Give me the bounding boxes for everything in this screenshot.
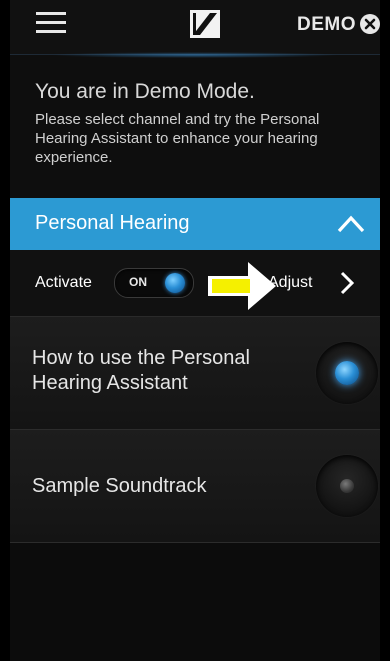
demo-label[interactable]: DEMO bbox=[297, 14, 356, 36]
activate-label: Activate bbox=[35, 274, 92, 291]
list-item-sample-soundtrack[interactable]: Sample Soundtrack bbox=[10, 430, 380, 543]
personal-hearing-header[interactable]: Personal Hearing bbox=[10, 198, 380, 250]
inactive-indicator-icon bbox=[340, 479, 354, 493]
list-item-label: How to use the Personal Hearing Assistan… bbox=[32, 347, 250, 394]
demo-title: You are in Demo Mode. bbox=[35, 80, 255, 103]
play-button[interactable] bbox=[316, 455, 378, 517]
list-item-how-to-use[interactable]: How to use the Personal Hearing Assistan… bbox=[10, 317, 380, 430]
close-circle-icon[interactable] bbox=[360, 14, 380, 34]
demo-description: Please select channel and try the Person… bbox=[35, 111, 320, 166]
activate-toggle[interactable]: ON bbox=[114, 268, 194, 298]
top-bar: DEMO bbox=[10, 0, 380, 58]
empty-area bbox=[10, 543, 380, 661]
activate-row: Activate ON Adjust bbox=[10, 250, 380, 317]
active-indicator-icon bbox=[335, 361, 359, 385]
hamburger-menu-icon[interactable] bbox=[36, 12, 66, 34]
list-item-label: Sample Soundtrack bbox=[32, 475, 207, 497]
topbar-glow bbox=[50, 52, 340, 58]
chevron-up-icon[interactable] bbox=[336, 212, 366, 234]
app-screen: DEMO You are in Demo Mode. Please select… bbox=[10, 0, 380, 661]
demo-info: You are in Demo Mode. Please select chan… bbox=[35, 80, 375, 167]
toggle-knob bbox=[165, 273, 185, 293]
chevron-right-icon[interactable] bbox=[340, 271, 354, 295]
adjust-label[interactable]: Adjust bbox=[268, 274, 312, 292]
toggle-text: ON bbox=[129, 275, 147, 289]
play-button[interactable] bbox=[316, 342, 378, 404]
personal-hearing-title: Personal Hearing bbox=[35, 212, 190, 234]
sennheiser-logo-icon bbox=[190, 10, 220, 38]
